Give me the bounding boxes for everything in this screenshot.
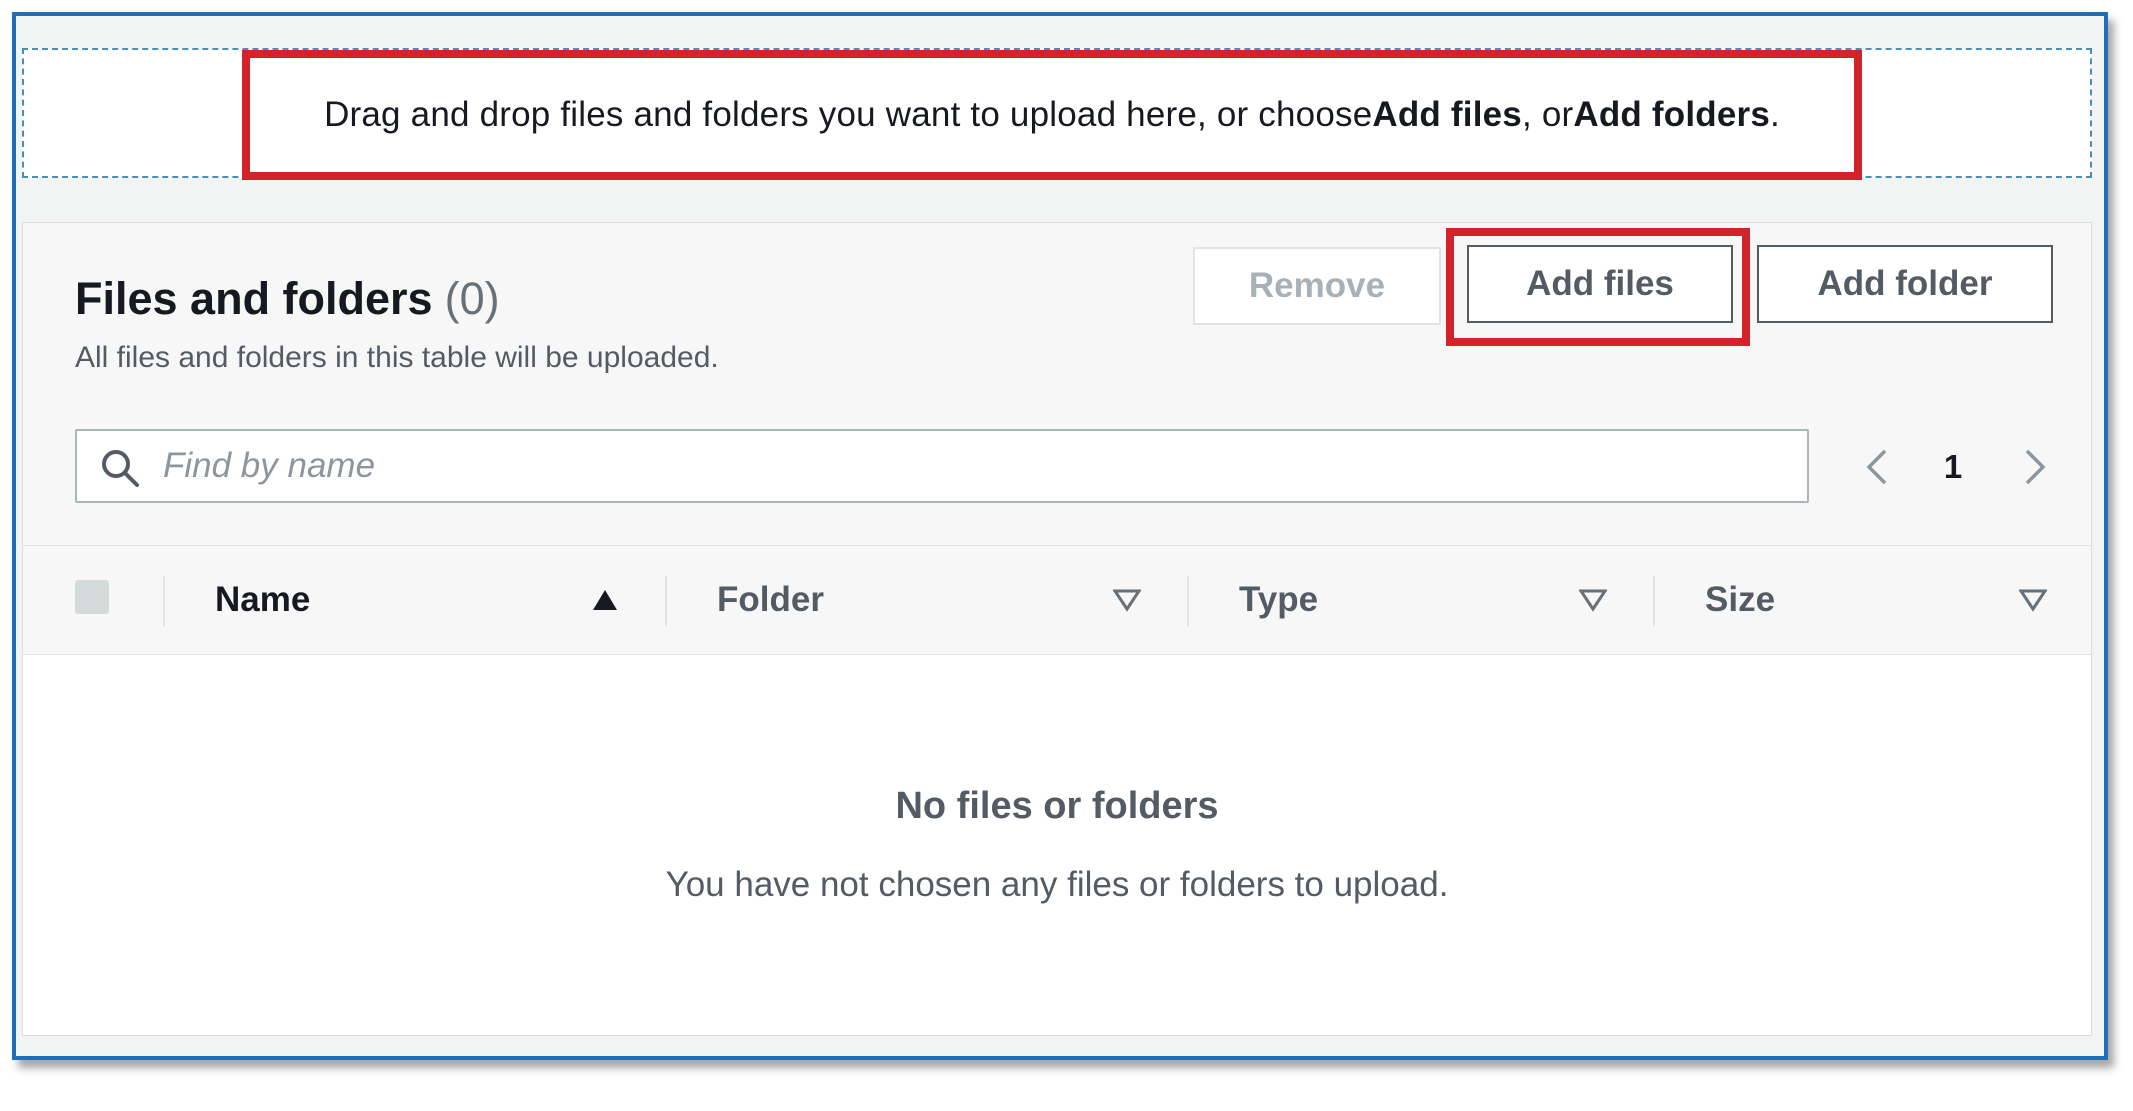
highlight-add-files — [1446, 228, 1750, 346]
sort-descending-icon[interactable] — [1579, 588, 1607, 612]
column-separator — [1187, 576, 1189, 626]
search-input[interactable] — [163, 439, 1763, 493]
column-label-folder: Folder — [717, 580, 824, 619]
pagination-current-page[interactable]: 1 — [1933, 445, 1973, 489]
remove-button[interactable]: Remove — [1193, 247, 1441, 325]
search-icon — [102, 450, 139, 487]
column-header-folder[interactable]: Folder — [717, 546, 824, 654]
table-header: Name Folder Type Size — [23, 545, 2091, 655]
empty-state-title: No files or folders — [895, 785, 1219, 827]
panel-title: Files and folders (0) — [75, 273, 500, 325]
add-folder-button[interactable]: Add folder — [1757, 245, 2053, 323]
column-header-size[interactable]: Size — [1705, 546, 1775, 654]
search-box[interactable] — [75, 429, 1809, 503]
column-header-name[interactable]: Name — [215, 546, 310, 654]
empty-state-description: You have not chosen any files or folders… — [665, 865, 1449, 904]
sort-descending-icon[interactable] — [1113, 588, 1141, 612]
highlight-drop-zone — [242, 50, 1862, 180]
sort-ascending-icon[interactable] — [591, 588, 619, 612]
column-label-size: Size — [1705, 580, 1776, 619]
column-separator — [665, 576, 667, 626]
column-separator — [1653, 576, 1655, 626]
panel-title-text: Files and folders — [75, 273, 433, 324]
panel-count: (0) — [444, 273, 500, 324]
empty-table-area — [23, 655, 2091, 1035]
chevron-right-icon[interactable] — [2015, 445, 2055, 489]
chevron-left-icon[interactable] — [1857, 445, 1897, 489]
column-label-name: Name — [215, 580, 311, 619]
column-separator — [163, 576, 165, 626]
column-header-type[interactable]: Type — [1239, 546, 1318, 654]
column-label-type: Type — [1239, 580, 1319, 619]
files-and-folders-panel: Files and folders (0) All files and folde… — [22, 222, 2092, 1036]
panel-description: All files and folders in this table will… — [75, 341, 719, 374]
sort-descending-icon[interactable] — [2019, 588, 2047, 612]
select-all-checkbox[interactable] — [75, 580, 109, 614]
